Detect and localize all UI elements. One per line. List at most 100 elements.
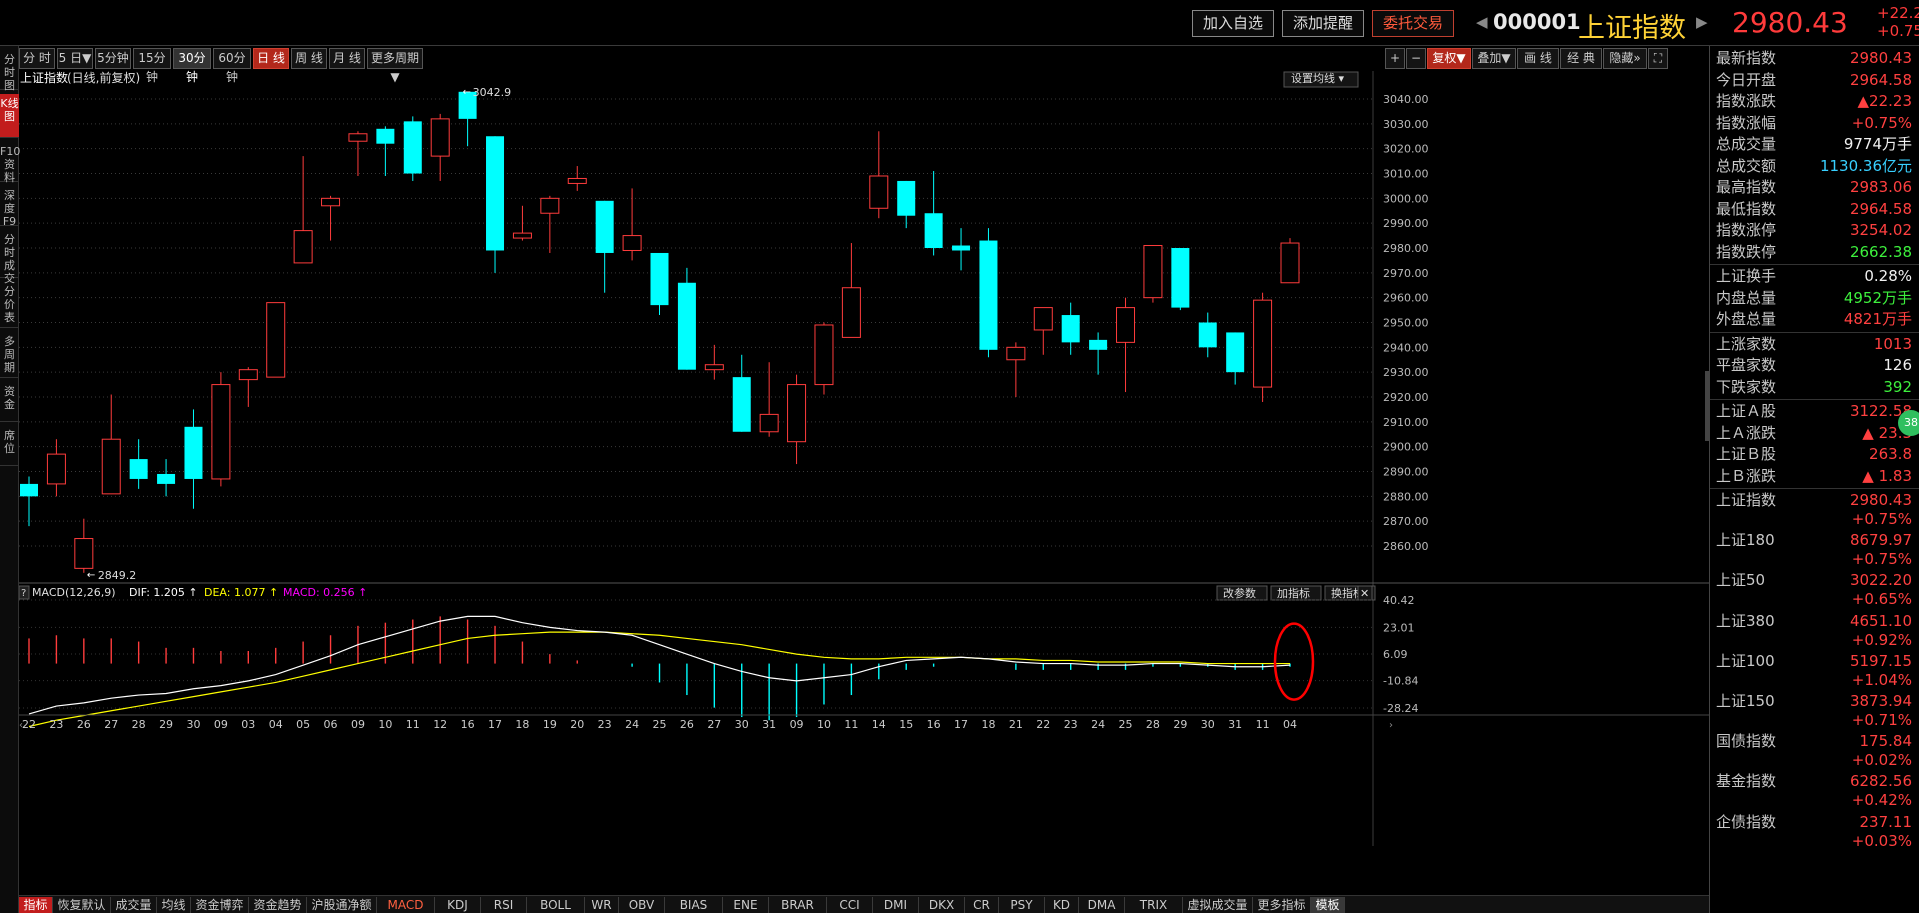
candle-body-down[interactable] xyxy=(1061,315,1080,343)
indicator-tab-21[interactable]: KD xyxy=(1045,897,1079,913)
entrust-trade-button[interactable]: 委托交易 xyxy=(1372,10,1454,37)
candle-body-up[interactable] xyxy=(1280,242,1300,284)
left-nav-item-3[interactable]: 深度F9 xyxy=(0,186,19,228)
notification-badge[interactable]: 38 xyxy=(1898,410,1919,436)
period-button-8[interactable]: 月 线 xyxy=(329,48,365,69)
candle-body-up[interactable] xyxy=(46,453,66,485)
left-nav-item-7[interactable]: 资金 xyxy=(0,382,19,422)
candle-body-down[interactable] xyxy=(403,121,422,174)
left-nav-item-1[interactable]: K线图 xyxy=(0,94,19,138)
scroll-left-icon[interactable]: ‹ xyxy=(19,720,23,731)
indicator-tab-12[interactable]: OBV xyxy=(619,897,665,913)
period-button-3[interactable]: 15分钟 xyxy=(133,48,171,84)
candle-body-down[interactable] xyxy=(650,252,669,306)
candle-body-down[interactable] xyxy=(376,128,395,144)
period-button-9[interactable]: 更多周期▼ xyxy=(367,48,423,84)
index-row[interactable]: 上证100 5197.15 +1.04% xyxy=(1710,651,1919,691)
index-row[interactable]: 上证50 3022.20 +0.65% xyxy=(1710,570,1919,610)
add-alert-button[interactable]: 添加提醒 xyxy=(1282,10,1364,37)
indicator-tab-19[interactable]: CR xyxy=(965,897,999,913)
indicator-tab-11[interactable]: WR xyxy=(585,897,619,913)
indicator-tab-2[interactable]: 成交量 xyxy=(111,897,157,913)
candle-body-down[interactable] xyxy=(979,240,998,350)
period-button-4[interactable]: 30分钟 xyxy=(173,48,211,84)
candle-body-up[interactable] xyxy=(1253,299,1273,388)
indicator-tab-8[interactable]: KDJ xyxy=(435,897,481,913)
close-icon[interactable]: ✕ xyxy=(1360,587,1369,600)
indicator-tab-18[interactable]: DKX xyxy=(919,897,965,913)
chart-tool-button-1[interactable]: − xyxy=(1406,48,1426,69)
candle-body-down[interactable] xyxy=(1226,332,1245,373)
indicator-tab-14[interactable]: ENE xyxy=(723,897,769,913)
indicator-tab-6[interactable]: 沪股通净额 xyxy=(307,897,377,913)
candle-body-up[interactable] xyxy=(512,232,532,239)
candle-body-up[interactable] xyxy=(1116,307,1136,343)
candle-body-up[interactable] xyxy=(540,197,560,214)
indicator-tab-15[interactable]: BRAR xyxy=(769,897,827,913)
indicator-tab-24[interactable]: 虚拟成交量 xyxy=(1183,897,1253,913)
candle-body-up[interactable] xyxy=(1006,346,1026,361)
period-button-0[interactable]: 分 时 xyxy=(19,48,55,69)
candle-body-down[interactable] xyxy=(924,213,943,248)
index-row[interactable]: 上证180 8679.97 +0.75% xyxy=(1710,530,1919,570)
indicator-tab-23[interactable]: TRIX xyxy=(1125,897,1183,913)
chart-tool-button-0[interactable]: + xyxy=(1385,48,1405,69)
candle-body-up[interactable] xyxy=(430,118,450,157)
add-to-watchlist-button[interactable]: 加入自选 xyxy=(1192,10,1274,37)
period-button-1[interactable]: 5 日▼ xyxy=(57,48,93,69)
left-nav-item-6[interactable]: 多周期 xyxy=(0,332,19,378)
indicator-tab-4[interactable]: 资金博弈 xyxy=(191,897,249,913)
candle-body-down[interactable] xyxy=(184,426,203,479)
prev-stock-arrow-icon[interactable]: ◀ xyxy=(1476,13,1488,31)
candle-body-up[interactable] xyxy=(1143,245,1163,299)
candle-body-down[interactable] xyxy=(20,483,38,497)
indicator-tab-20[interactable]: PSY xyxy=(999,897,1045,913)
indicator-tab-22[interactable]: DMA xyxy=(1079,897,1125,913)
candle-body-down[interactable] xyxy=(595,200,614,253)
period-button-7[interactable]: 周 线 xyxy=(291,48,327,69)
kline-chart[interactable]: 3040.00 3030.00 3020.00 3010.00 3000.00 2990.… xyxy=(19,71,1709,861)
index-row[interactable]: 上证150 3873.94 +0.71% xyxy=(1710,691,1919,731)
indicator-tab-16[interactable]: CCI xyxy=(827,897,873,913)
indicator-tab-0[interactable]: 指标 xyxy=(19,897,53,913)
candle-body-up[interactable] xyxy=(101,438,121,495)
candle-body-up[interactable] xyxy=(211,384,231,480)
macd-add-indicator-button-label[interactable]: 加指标 xyxy=(1277,586,1310,600)
chart-tool-button-7[interactable]: ⛶ xyxy=(1648,48,1668,69)
left-nav-item-0[interactable]: 分时图 xyxy=(0,50,19,92)
candle-body-up[interactable] xyxy=(567,177,587,184)
index-row[interactable]: 基金指数 6282.56 +0.42% xyxy=(1710,771,1919,811)
chart-tool-button-4[interactable]: 画 线 xyxy=(1517,48,1559,69)
index-row[interactable]: 上证指数 2980.43 +0.75% xyxy=(1710,490,1919,530)
indicator-tab-3[interactable]: 均线 xyxy=(157,897,191,913)
candle-body-up[interactable] xyxy=(238,369,258,381)
candle-body-up[interactable] xyxy=(814,324,834,386)
candle-body-down[interactable] xyxy=(157,473,176,484)
candle-body-up[interactable] xyxy=(869,175,889,209)
scroll-right-icon[interactable]: › xyxy=(1389,720,1393,731)
next-stock-arrow-icon[interactable]: ▶ xyxy=(1696,13,1708,31)
candle-body-up[interactable] xyxy=(787,384,807,443)
candle-body-down[interactable] xyxy=(677,282,696,370)
candle-body-down[interactable] xyxy=(732,377,751,432)
indicator-tab-5[interactable]: 资金趋势 xyxy=(249,897,307,913)
indicator-tab-26[interactable]: 模板 xyxy=(1311,897,1345,913)
indicator-tab-7[interactable]: MACD xyxy=(377,897,435,913)
indicator-tab-25[interactable]: 更多指标 xyxy=(1253,897,1311,913)
candle-body-up[interactable] xyxy=(704,364,724,371)
left-nav-item-4[interactable]: 分时成交 xyxy=(0,230,19,285)
chart-tool-button-2[interactable]: 复权▼ xyxy=(1427,48,1471,69)
left-nav-item-2[interactable]: F10资料 xyxy=(0,142,20,184)
candle-body-down[interactable] xyxy=(129,459,148,479)
left-nav-item-5[interactable]: 分价表 xyxy=(0,282,19,328)
candle-body-down[interactable] xyxy=(486,136,505,251)
indicator-tab-10[interactable]: BOLL xyxy=(527,897,585,913)
indicator-tab-1[interactable]: 恢复默认 xyxy=(53,897,111,913)
candle-body-up[interactable] xyxy=(841,287,861,338)
candle-body-up[interactable] xyxy=(622,235,642,251)
index-row[interactable]: 国债指数 175.84 +0.02% xyxy=(1710,731,1919,771)
candle-body-down[interactable] xyxy=(897,180,916,216)
macd-help-label[interactable]: ? xyxy=(21,588,26,599)
candle-body-up[interactable] xyxy=(74,538,94,569)
candle-body-down[interactable] xyxy=(1089,339,1108,350)
